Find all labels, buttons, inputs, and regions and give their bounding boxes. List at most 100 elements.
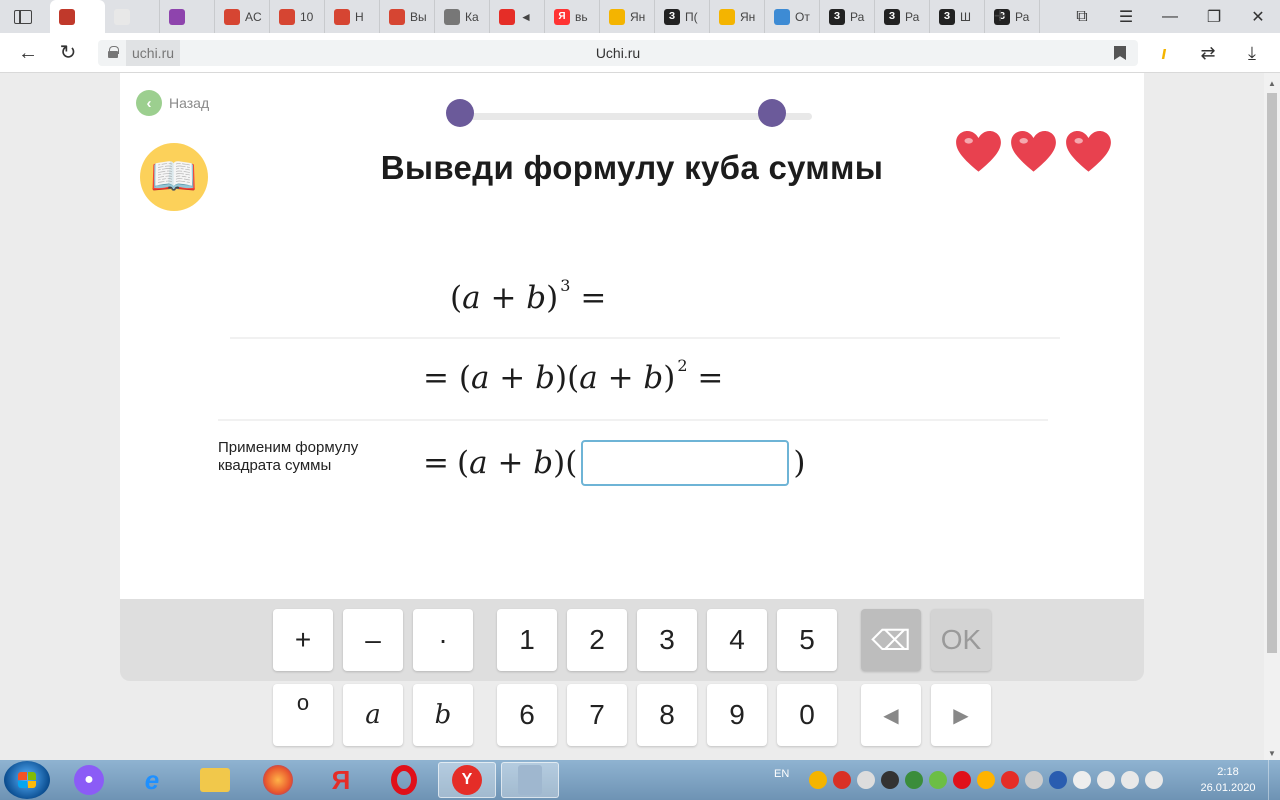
browser-tab[interactable]: [105, 0, 160, 33]
show-desktop-button[interactable]: [1268, 760, 1280, 800]
internet-explorer-app[interactable]: e: [123, 762, 181, 798]
tray-icon[interactable]: [1025, 771, 1044, 789]
browser-tab[interactable]: Ка: [435, 0, 490, 33]
tray-icon[interactable]: [905, 771, 924, 789]
cursor-right-key[interactable]: ▶: [931, 684, 991, 746]
url-field[interactable]: Uchi.ru uchi.ru: [98, 40, 1138, 66]
tray-icon[interactable]: [1097, 771, 1116, 789]
browser-tab[interactable]: [160, 0, 215, 33]
network-icon[interactable]: [1121, 771, 1140, 789]
tray-icon[interactable]: [977, 771, 996, 789]
browser-tab[interactable]: От: [765, 0, 820, 33]
hint-line-2: квадрата суммы: [218, 457, 332, 474]
digit-5-key[interactable]: 5: [777, 609, 837, 671]
bluetooth-icon[interactable]: [1049, 771, 1068, 789]
tab-title: Ян: [630, 9, 646, 24]
scroll-thumb[interactable]: [1267, 93, 1277, 653]
scroll-down-icon[interactable]: ▼: [1268, 749, 1276, 758]
multiply-key[interactable]: ·: [413, 609, 473, 671]
browser-tab[interactable]: З Ра: [875, 0, 930, 33]
browser-tab[interactable]: [50, 0, 105, 33]
progress-dot: [446, 99, 474, 127]
yandex-extension-icon[interactable]: ı: [1152, 41, 1176, 65]
flag-icon[interactable]: [1073, 771, 1092, 789]
tab-title: вь: [575, 9, 588, 24]
tray-icon[interactable]: [857, 771, 876, 789]
new-tab-button[interactable]: +: [988, 5, 1012, 27]
tray-icon[interactable]: [953, 771, 972, 789]
var-b-key[interactable]: b: [413, 684, 473, 746]
restore-button[interactable]: ❐: [1192, 0, 1236, 33]
calculator-icon: [518, 765, 542, 795]
explorer-app[interactable]: [186, 762, 244, 798]
minimize-button[interactable]: —: [1148, 0, 1192, 33]
tray-icon[interactable]: [1001, 771, 1020, 789]
reload-icon[interactable]: ↻: [56, 41, 80, 65]
digit-9-key[interactable]: 9: [707, 684, 767, 746]
page-title-display: Uchi.ru: [595, 45, 641, 61]
answer-input[interactable]: [581, 440, 790, 486]
opera-app[interactable]: [375, 762, 433, 798]
digit-0-key[interactable]: 0: [777, 684, 837, 746]
browser-tab[interactable]: З Ра: [820, 0, 875, 33]
start-button[interactable]: [4, 761, 50, 799]
digit-2-key[interactable]: 2: [567, 609, 627, 671]
exponent: 3: [560, 276, 571, 295]
var-a-key[interactable]: a: [343, 684, 403, 746]
tabs-overview-icon[interactable]: ⧉: [1060, 0, 1104, 33]
browser-tab[interactable]: AC: [215, 0, 270, 33]
formula-row-3: = (a + b)( ): [423, 440, 805, 486]
back-button[interactable]: ‹ Назад: [136, 90, 209, 116]
tab-title: 10: [300, 9, 314, 24]
browser-tab[interactable]: ◄: [490, 0, 545, 33]
alice-app[interactable]: ●: [60, 762, 118, 798]
scrollbar[interactable]: ▲ ▼: [1264, 73, 1280, 760]
plus-key[interactable]: +: [273, 609, 333, 671]
download-icon[interactable]: ⤓: [1240, 41, 1264, 65]
digit-7-key[interactable]: 7: [567, 684, 627, 746]
digit-8-key[interactable]: 8: [637, 684, 697, 746]
digit-1-key[interactable]: 1: [497, 609, 557, 671]
tab-title: Вы: [410, 9, 427, 24]
browser-tab[interactable]: Ян: [710, 0, 765, 33]
yandex-app[interactable]: Я: [312, 762, 370, 798]
tray-icon[interactable]: [833, 771, 852, 789]
back-arrow-icon[interactable]: ←: [16, 41, 40, 65]
backspace-key[interactable]: ⌫: [861, 609, 921, 671]
browser-tab[interactable]: ЗШ: [930, 0, 985, 33]
tray-icon[interactable]: [809, 771, 828, 789]
folder-icon: [200, 768, 230, 792]
yandex-browser-app[interactable]: Y: [438, 762, 496, 798]
browser-tab[interactable]: 10: [270, 0, 325, 33]
equals-sign: =: [423, 445, 449, 481]
divider: [230, 337, 1060, 339]
browser-tab[interactable]: Вы: [380, 0, 435, 33]
language-indicator[interactable]: EN: [774, 768, 789, 780]
close-window-button[interactable]: ✕: [1236, 0, 1280, 33]
clock-date: 26.01.2020: [1200, 782, 1256, 794]
menu-icon[interactable]: ☰: [1104, 0, 1148, 33]
browser-tab[interactable]: Н: [325, 0, 380, 33]
firefox-app[interactable]: [249, 762, 307, 798]
tray-icon[interactable]: [881, 771, 900, 789]
tab-favicon-icon: [334, 8, 350, 25]
sidebar-toggle-icon[interactable]: [10, 7, 38, 25]
calculator-app[interactable]: [501, 762, 559, 798]
cursor-left-key[interactable]: ◀: [861, 684, 921, 746]
browser-tab[interactable]: З П(: [655, 0, 710, 33]
equals-sign: =: [423, 360, 449, 396]
degree-key[interactable]: o: [273, 684, 333, 746]
digit-4-key[interactable]: 4: [707, 609, 767, 671]
translate-icon[interactable]: ⇄: [1196, 41, 1220, 65]
scroll-up-icon[interactable]: ▲: [1268, 79, 1276, 88]
digit-3-key[interactable]: 3: [637, 609, 697, 671]
minus-key[interactable]: –: [343, 609, 403, 671]
digit-6-key[interactable]: 6: [497, 684, 557, 746]
volume-icon[interactable]: [1145, 771, 1164, 789]
clock[interactable]: 2:18 26.01.2020: [1196, 764, 1260, 796]
book-icon: 📖: [140, 143, 208, 211]
ok-button[interactable]: OK: [931, 609, 991, 671]
tray-icon[interactable]: [929, 771, 948, 789]
browser-tab[interactable]: Явь: [545, 0, 600, 33]
browser-tab[interactable]: Ян: [600, 0, 655, 33]
